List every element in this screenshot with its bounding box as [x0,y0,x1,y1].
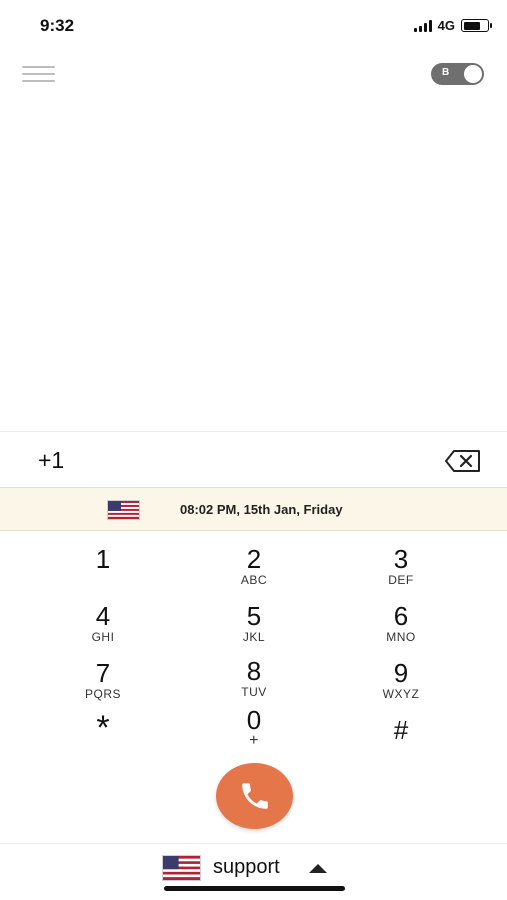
toggle-knob [464,65,482,83]
dialed-number[interactable]: +1 [38,447,64,474]
key-letters: GHI [91,630,115,644]
key-digit: 6 [393,601,409,631]
key-letters: JKL [242,630,266,644]
key-0[interactable]: 0 + [194,706,314,758]
account-label[interactable]: support [213,856,280,879]
key-digit: 5 [246,601,262,631]
status-indicators: 4G [413,18,492,33]
home-indicator [164,886,345,891]
key-digit: 2 [246,544,262,574]
mode-toggle[interactable]: B [431,63,484,85]
key-8[interactable]: 8 TUV [194,657,314,709]
key-hash[interactable]: # [341,716,461,768]
key-letters: + [249,732,259,749]
key-digit: 0 [246,705,262,735]
account-selector-bar: support [0,843,507,900]
key-letters: DEF [388,573,414,587]
key-digit: * [96,709,110,747]
battery-icon [461,19,492,32]
status-bar: 9:32 4G [0,0,507,50]
us-flag-icon [162,855,201,881]
key-letters: WXYZ [382,687,420,701]
hamburger-menu-icon[interactable] [22,66,55,82]
caret-up-icon[interactable] [309,864,327,873]
us-flag-icon [107,500,140,520]
call-button[interactable] [216,763,293,829]
network-type: 4G [437,18,455,33]
key-9[interactable]: 9 WXYZ [341,659,461,711]
phone-icon [241,783,268,809]
backspace-icon[interactable] [444,449,482,473]
key-letters: ABC [240,573,268,587]
key-2[interactable]: 2 ABC [194,545,314,597]
key-digit: 8 [246,656,262,686]
key-3[interactable]: 3 DEF [341,545,461,597]
key-digit: 3 [393,544,409,574]
local-time-text: 08:02 PM, 15th Jan, Friday [180,502,343,517]
local-time-banner: 08:02 PM, 15th Jan, Friday [0,487,507,531]
key-digit: 7 [95,658,111,688]
key-digit: 9 [393,658,409,688]
toggle-letter: B [442,67,450,78]
battery-fill [463,21,480,30]
key-letters: PQRS [84,687,121,701]
key-5[interactable]: 5 JKL [194,602,314,654]
key-digit: 4 [95,601,111,631]
key-letters: TUV [241,685,267,699]
key-digit: 1 [95,544,111,574]
key-4[interactable]: 4 GHI [43,602,163,654]
key-digit: # [393,715,409,745]
number-entry-row: +1 [0,431,507,487]
key-7[interactable]: 7 PQRS [43,659,163,711]
key-6[interactable]: 6 MNO [341,602,461,654]
key-star[interactable]: * [43,709,163,765]
status-time: 9:32 [40,16,75,35]
signal-icon [413,19,432,32]
key-letters: MNO [386,630,416,644]
key-1[interactable]: 1 [43,545,163,597]
